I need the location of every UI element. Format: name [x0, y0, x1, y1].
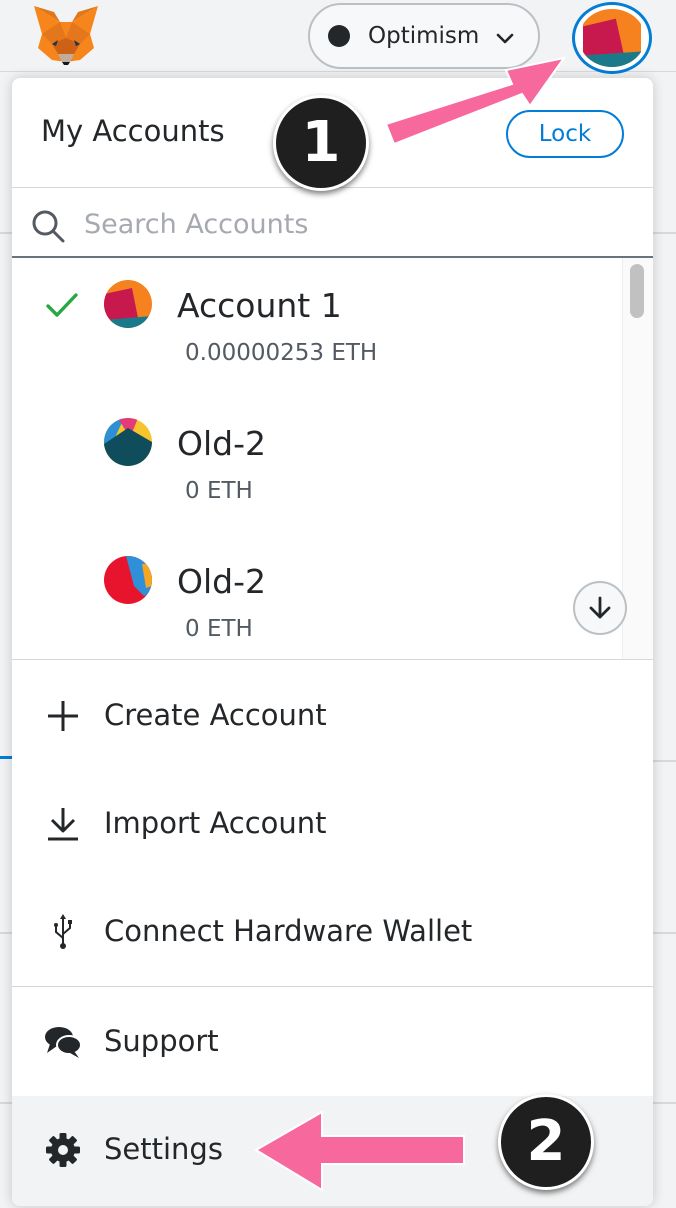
check-icon — [46, 293, 78, 317]
search-accounts-input[interactable] — [84, 200, 624, 248]
settings-label: Settings — [104, 1132, 223, 1166]
scrollbar-track[interactable] — [622, 258, 653, 659]
connect-hardware-wallet-label: Connect Hardware Wallet — [104, 914, 473, 948]
background-divider — [650, 932, 676, 934]
account-balance: 0 ETH — [185, 616, 253, 642]
account-identicon — [104, 418, 152, 466]
account-identicon — [104, 556, 152, 604]
plus-icon — [48, 701, 78, 731]
annotation-arrow-1 — [384, 56, 567, 146]
support-button[interactable]: Support — [12, 988, 653, 1096]
background-divider — [0, 232, 12, 234]
connect-hardware-wallet-button[interactable]: Connect Hardware Wallet — [12, 878, 653, 986]
account-list[interactable]: Account 1 0.00000253 ETH Old-2 0 ETH Old… — [12, 258, 653, 660]
account-item-3[interactable]: Old-2 0 ETH — [12, 534, 622, 659]
usb-icon — [54, 914, 72, 949]
account-name: Old-2 — [177, 424, 266, 463]
network-status-dot — [328, 25, 350, 47]
background-divider — [0, 1102, 12, 1104]
account-item-2[interactable]: Old-2 0 ETH — [12, 396, 622, 532]
arrow-down-icon — [589, 596, 611, 619]
account-name: Old-2 — [177, 562, 266, 601]
scrollbar-thumb[interactable] — [630, 264, 644, 318]
import-account-label: Import Account — [104, 806, 327, 840]
account-item-1[interactable]: Account 1 0.00000253 ETH — [12, 258, 622, 394]
chat-bubbles-icon — [45, 1027, 82, 1058]
account-menu-avatar[interactable] — [572, 2, 652, 74]
step-badge-1: 1 — [273, 95, 369, 191]
account-identicon — [104, 280, 152, 328]
search-icon — [32, 210, 65, 243]
scroll-down-button[interactable] — [573, 581, 627, 635]
background-divider — [650, 1102, 676, 1104]
account-balance: 0 ETH — [185, 478, 253, 504]
step-badge-2: 2 — [498, 1094, 594, 1190]
account-balance: 0.00000253 ETH — [185, 340, 378, 366]
menu-title: My Accounts — [41, 114, 225, 148]
support-label: Support — [104, 1024, 219, 1058]
import-account-button[interactable]: Import Account — [12, 770, 653, 878]
account-name: Account 1 — [177, 286, 342, 325]
menu-divider — [12, 986, 653, 987]
create-account-label: Create Account — [104, 698, 327, 732]
annotation-arrow-2 — [254, 1110, 465, 1192]
background-divider — [650, 232, 676, 234]
account-menu: My Accounts Lock Account 1 0.00000253 ET… — [12, 78, 653, 1206]
create-account-button[interactable]: Create Account — [12, 662, 653, 770]
background-tab-indicator — [0, 756, 12, 759]
metamask-fox-icon[interactable] — [30, 4, 102, 66]
download-icon — [48, 808, 78, 841]
background-divider — [650, 760, 676, 762]
background-divider — [0, 932, 12, 934]
account-search — [12, 188, 653, 258]
account-identicon — [583, 9, 641, 67]
gear-icon — [46, 1133, 80, 1167]
